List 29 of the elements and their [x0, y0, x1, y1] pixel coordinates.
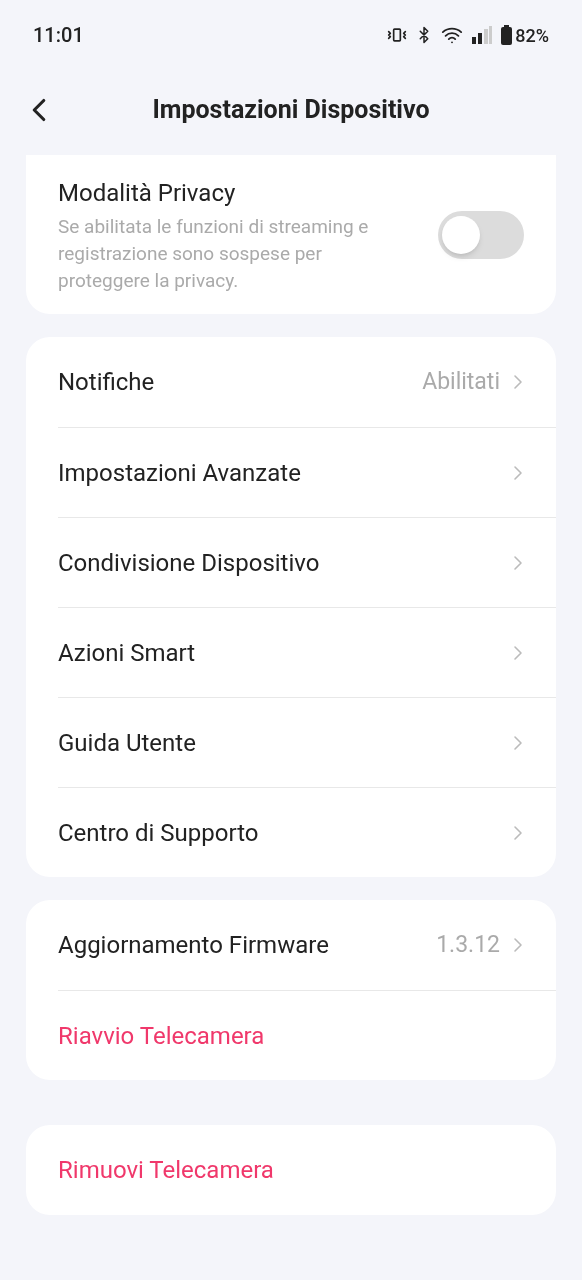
row-value: 1.3.12	[436, 929, 500, 960]
settings-row[interactable]: Guida Utente	[58, 697, 556, 787]
vibrate-icon	[387, 25, 408, 45]
signal-icon	[471, 26, 494, 44]
row-label: Rimuovi Telecamera	[58, 1155, 274, 1186]
row-label: Riavvio Telecamera	[58, 1020, 265, 1052]
row-label: Guida Utente	[58, 727, 196, 759]
row-label: Impostazioni Avanzate	[58, 457, 301, 489]
settings-row[interactable]: Aggiornamento Firmware 1.3.12	[58, 900, 556, 990]
status-time: 11:01	[33, 22, 84, 49]
battery-icon	[501, 25, 513, 45]
row-label: Centro di Supporto	[58, 817, 259, 849]
row-value: Abilitati	[422, 366, 500, 397]
settings-row[interactable]: Centro di Supporto	[58, 787, 556, 877]
settings-row[interactable]: Rimuovi Telecamera	[58, 1125, 556, 1215]
privacy-toggle[interactable]	[438, 210, 524, 259]
battery-level: 82%	[515, 23, 549, 48]
page-title: Impostazioni Dispositivo	[152, 94, 430, 127]
settings-row[interactable]: Riavvio Telecamera	[58, 990, 556, 1080]
privacy-title: Modalità Privacy	[58, 178, 237, 209]
settings-row[interactable]: Notifiche Abilitati	[58, 337, 556, 427]
settings-row[interactable]: Impostazioni Avanzate	[58, 427, 556, 517]
row-label: Azioni Smart	[58, 637, 196, 669]
row-label: Condivisione Dispositivo	[58, 547, 320, 579]
settings-row[interactable]: Azioni Smart	[58, 607, 556, 697]
privacy-description: Se abilitata le funzioni di streaming e registrazione sono sospese per proteggere la privacy.	[58, 214, 370, 294]
settings-row[interactable]: Condivisione Dispositivo	[58, 517, 556, 607]
row-label: Notifiche	[58, 367, 155, 398]
row-label: Aggiornamento Firmware	[58, 930, 329, 961]
